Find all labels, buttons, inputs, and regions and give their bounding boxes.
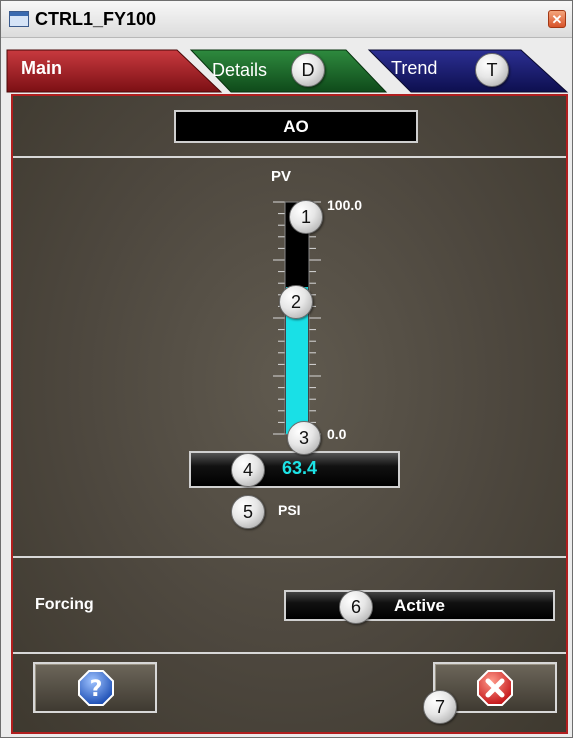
help-glyph: ? — [90, 677, 103, 702]
window-close-button[interactable]: ✕ — [548, 10, 566, 28]
tab-strip: Main Details D Trend T — [1, 38, 572, 93]
close-icon — [477, 670, 513, 706]
block-type-display: AO — [174, 110, 418, 143]
scale-min-label: 0.0 — [327, 426, 347, 442]
scale-max-label: 100.0 — [327, 197, 363, 213]
window-icon — [9, 11, 29, 27]
callout-7: 7 — [423, 690, 457, 724]
pv-label: PV — [271, 168, 292, 185]
pv-units: PSI — [278, 502, 301, 518]
forcing-label: Forcing — [35, 596, 94, 613]
callout-1: 1 — [289, 200, 323, 234]
callout-2: 2 — [279, 285, 313, 319]
divider-bottom — [13, 652, 566, 654]
help-icon: ? — [78, 670, 114, 706]
pv-value-display: 63.4 — [189, 451, 400, 488]
callout-4: 4 — [231, 453, 265, 487]
tab-trend[interactable]: Trend — [391, 58, 437, 79]
tab-details[interactable]: Details — [212, 60, 267, 81]
main-panel: AO PV 100.0 0.0 63.4 PSI Forcing Active — [11, 94, 568, 734]
forcing-status: Active — [284, 590, 555, 621]
divider-middle — [13, 556, 566, 558]
title-bar[interactable]: CTRL1_FY100 ✕ — [1, 1, 572, 38]
tab-main[interactable]: Main — [21, 58, 62, 79]
callout-3: 3 — [287, 421, 321, 455]
faceplate-window: CTRL1_FY100 ✕ Main Details D Trend T AO … — [0, 0, 573, 738]
tab-details-shortcut-badge: D — [291, 53, 325, 87]
pv-value: 63.4 — [282, 458, 318, 478]
callout-6: 6 — [339, 590, 373, 624]
help-button[interactable]: ? — [33, 662, 157, 713]
divider-top — [13, 156, 566, 158]
callout-5: 5 — [231, 495, 265, 529]
window-title: CTRL1_FY100 — [35, 9, 157, 29]
tab-trend-shortcut-badge: T — [475, 53, 509, 87]
